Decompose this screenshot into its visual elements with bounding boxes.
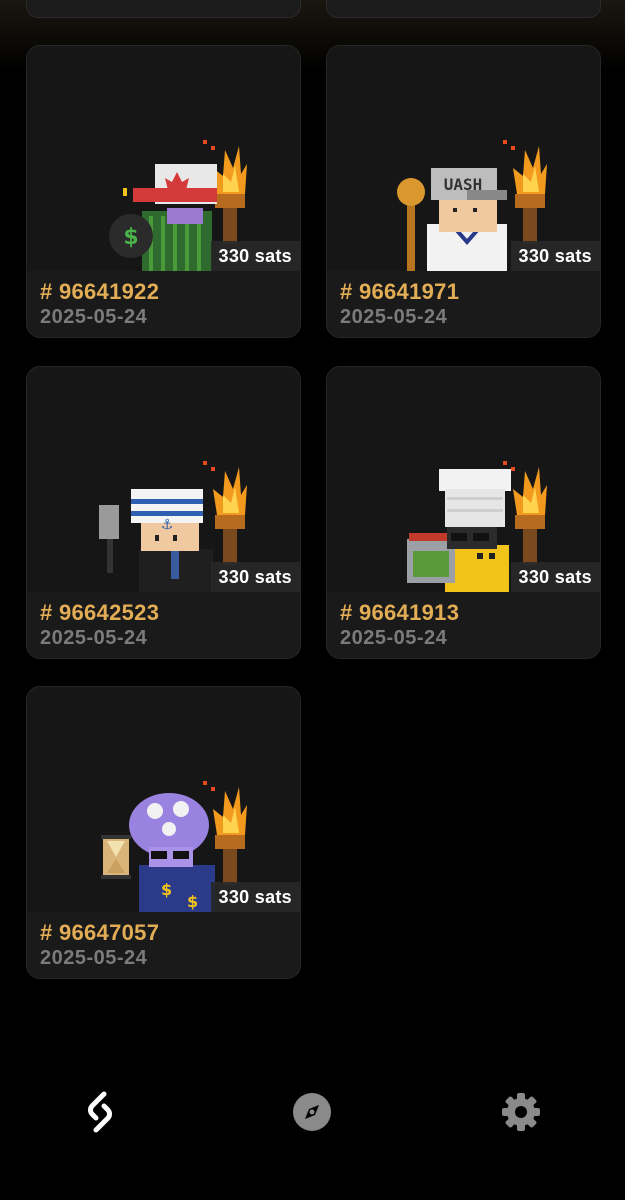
- inscription-date: 2025-05-24: [40, 306, 148, 328]
- avatar-thumbnail: $ 330 sats: [27, 46, 300, 271]
- inscription-card[interactable]: $ $ 330 sats # 96647057 2025-05-24: [26, 686, 301, 979]
- avatar-sailor: UASH: [397, 168, 507, 271]
- previous-card-left[interactable]: [26, 0, 301, 18]
- avatar-captain: ⚓: [99, 489, 213, 592]
- svg-text:$: $: [187, 892, 198, 911]
- torch-icon: [503, 140, 547, 244]
- inscription-number: # 96641971: [340, 279, 460, 304]
- svg-text:⚓: ⚓: [161, 517, 174, 533]
- avatar-thumbnail: ⚓ 330 sats: [27, 367, 300, 592]
- link-icon: [88, 1091, 112, 1133]
- svg-text:$: $: [161, 880, 172, 899]
- tab-settings[interactable]: [499, 1090, 543, 1134]
- avatar-thumbnail: UASH 330 sats: [327, 46, 600, 271]
- avatar-mushroom: $ $: [101, 793, 215, 912]
- inscription-date: 2025-05-24: [340, 627, 448, 649]
- compass-icon: [293, 1093, 331, 1131]
- price-badge: 330 sats: [510, 562, 600, 592]
- avatar-chef: [407, 469, 511, 592]
- svg-text:$: $: [123, 225, 138, 250]
- inscription-date: 2025-05-24: [40, 627, 148, 649]
- inscription-card[interactable]: 330 sats # 96641913 2025-05-24: [326, 366, 601, 659]
- avatar-cactus: $: [109, 164, 217, 271]
- price-badge: 330 sats: [210, 241, 300, 271]
- inscription-card[interactable]: $ 330 sats # 96641922 2025-05-24: [26, 45, 301, 338]
- inscription-number: # 96641913: [340, 600, 460, 625]
- avatar-thumbnail: 330 sats: [327, 367, 600, 592]
- price-badge: 330 sats: [210, 882, 300, 912]
- svg-text:UASH: UASH: [444, 175, 483, 194]
- price-badge: 330 sats: [510, 241, 600, 271]
- bottom-tab-bar: [0, 1070, 625, 1160]
- inscription-number: # 96647057: [40, 920, 160, 945]
- inscription-number: # 96642523: [40, 600, 160, 625]
- gear-icon: [502, 1093, 540, 1131]
- tab-explore[interactable]: [290, 1090, 334, 1134]
- avatar-thumbnail: $ $ 330 sats: [27, 687, 300, 912]
- inscription-number: # 96641922: [40, 279, 160, 304]
- tab-inscriptions[interactable]: [78, 1090, 122, 1134]
- inscription-card[interactable]: UASH 330 sats # 96641971 2025-05-24: [326, 45, 601, 338]
- inscription-date: 2025-05-24: [340, 306, 448, 328]
- previous-card-right[interactable]: [326, 0, 601, 18]
- inscription-card[interactable]: ⚓ 330 sats # 96642523 2025-05-24: [26, 366, 301, 659]
- price-badge: 330 sats: [210, 562, 300, 592]
- inscription-date: 2025-05-24: [40, 947, 148, 969]
